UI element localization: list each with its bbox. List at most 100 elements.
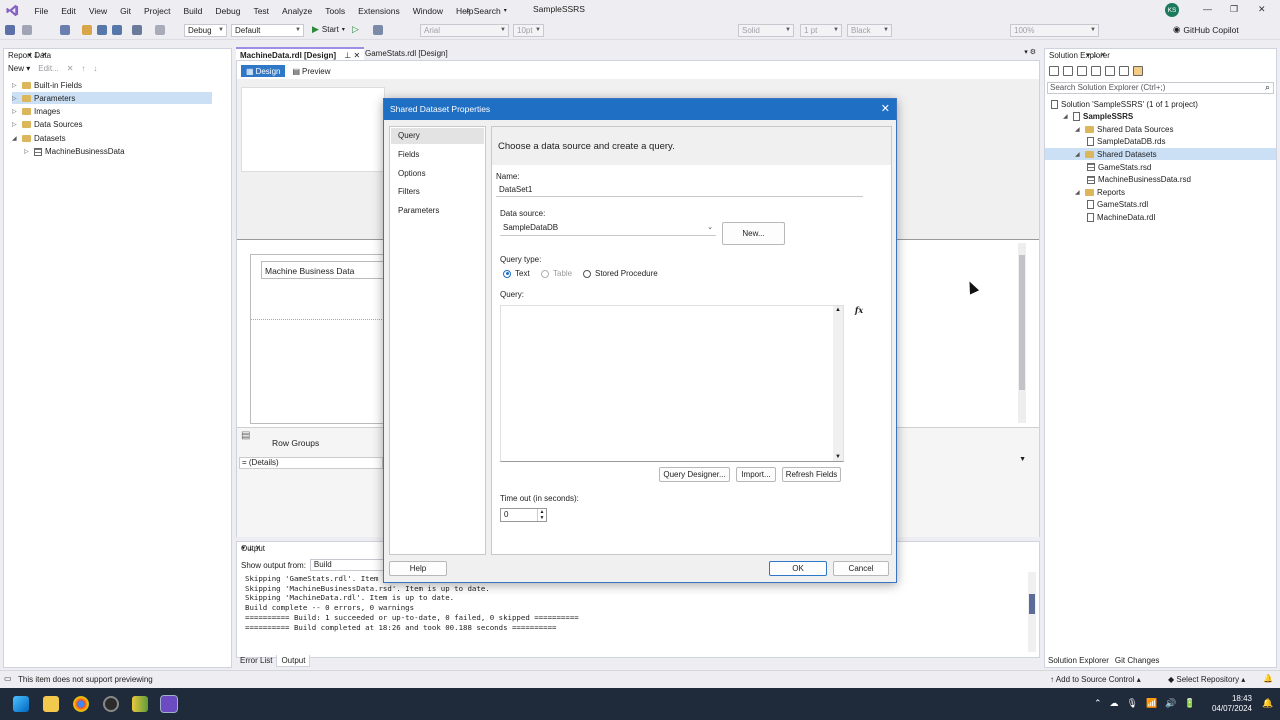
timeout-spinner[interactable]: 0 ▲ ▼ — [500, 508, 547, 522]
preview-selected-icon[interactable] — [1133, 66, 1143, 76]
query-type-table-radio[interactable]: Table — [541, 269, 572, 278]
collapse-icon[interactable]: ◢ — [1075, 151, 1082, 158]
menu-item-test[interactable]: Test — [247, 6, 276, 16]
avatar[interactable]: KS — [1165, 3, 1179, 17]
nav-item-options[interactable]: Options — [391, 166, 484, 182]
nav-item-fields[interactable]: Fields — [391, 147, 484, 163]
home-icon[interactable] — [1049, 66, 1059, 76]
import-button[interactable]: Import... — [736, 467, 776, 482]
menu-item-edit[interactable]: Edit — [55, 6, 83, 16]
font-select[interactable]: Arial ▼ — [420, 24, 509, 37]
report-data-item[interactable]: ◢ Datasets — [12, 132, 212, 144]
menu-item-view[interactable]: View — [82, 6, 113, 16]
name-input[interactable]: DataSet1 — [496, 184, 863, 197]
output-scrollbar[interactable] — [1028, 572, 1036, 652]
tab-machinedata-design[interactable]: MachineData.rdl [Design] ⊥ ✕ — [236, 47, 365, 60]
report-data-item[interactable]: ▷ MachineBusinessData — [24, 146, 212, 158]
refresh-fields-button[interactable]: Refresh Fields — [782, 467, 841, 482]
query-type-text-radio[interactable]: Text — [503, 269, 530, 278]
scroll-thumb[interactable] — [1019, 255, 1025, 390]
undo-icon[interactable] — [132, 25, 142, 35]
font-size-select[interactable]: 10pt ▼ — [513, 24, 544, 37]
solution-item-file[interactable]: GameStats.rdl — [1087, 199, 1271, 211]
menu-item-tools[interactable]: Tools — [319, 6, 352, 16]
windows-start-icon[interactable] — [13, 696, 29, 712]
tab-pin-close-icons[interactable]: ⊥ ✕ — [344, 51, 360, 60]
expand-icon[interactable]: ▷ — [24, 148, 31, 155]
solution-search-input[interactable]: Search Solution Explorer (Ctrl+;) — [1047, 82, 1274, 94]
design-tab[interactable]: ▦ Design — [241, 65, 286, 77]
close-icon[interactable]: ✕ — [881, 99, 890, 120]
preview-tab[interactable]: ▤ Preview — [287, 65, 335, 77]
collapse-icon[interactable]: ◢ — [1075, 126, 1082, 133]
report-data-item[interactable]: ▷ Data Sources — [12, 119, 212, 131]
report-data-item[interactable]: ▷ Parameters — [12, 92, 212, 105]
navigate-back-icon[interactable] — [5, 25, 15, 35]
menu-item-debug[interactable]: Debug — [209, 6, 247, 16]
pin-close-icons[interactable]: ▾ ⊥ ✕ — [242, 542, 261, 555]
system-tray-icons[interactable]: ⌃☁🎙📶🔊🔋 — [1094, 698, 1204, 709]
expression-fx-button[interactable]: fx — [851, 303, 867, 317]
title-textbox[interactable]: Machine Business Data — [261, 261, 385, 279]
details-group[interactable]: = (Details) — [239, 457, 383, 469]
solution-item-folder[interactable]: ◢ Shared Data Sources — [1075, 123, 1271, 135]
search-button[interactable]: ⌕ Search ▾ — [466, 4, 507, 17]
cancel-button[interactable]: Cancel — [833, 561, 889, 576]
query-type-stored-procedure-radio[interactable]: Stored Procedure — [583, 269, 658, 278]
minimize-icon[interactable]: — — [1203, 4, 1212, 14]
report-data-item[interactable]: ▷ Built-in Fields — [12, 79, 212, 91]
select-repository-button[interactable]: ◆ Select Repository ▴ — [1168, 675, 1245, 684]
notifications-icon[interactable]: 🔔 — [1263, 674, 1273, 683]
github-desktop-icon[interactable] — [103, 696, 119, 712]
solution-item-solution[interactable]: Solution 'SampleSSRS' (1 of 1 project) — [1051, 98, 1271, 110]
app-icon[interactable] — [132, 696, 148, 712]
collapse-icon[interactable]: ◢ — [1063, 113, 1070, 120]
vertical-scrollbar[interactable] — [1018, 243, 1026, 423]
solution-item-folder[interactable]: ◢ Shared Datasets — [1045, 148, 1276, 161]
properties-icon[interactable] — [1119, 66, 1129, 76]
tab-git-changes[interactable]: Git Changes — [1112, 655, 1162, 667]
edit-button[interactable]: Edit... — [38, 64, 58, 73]
collapse-all-icon[interactable] — [1091, 66, 1101, 76]
notification-bell-icon[interactable]: 🔔 — [1262, 698, 1273, 709]
query-textarea[interactable]: ▲ ▼ — [500, 305, 844, 462]
pin-close-icons[interactable]: ▾ ⊥ ✕ — [28, 49, 47, 62]
expand-icon[interactable]: ▷ — [12, 121, 19, 128]
save-icon[interactable] — [97, 25, 107, 35]
tab-output[interactable]: Output — [276, 655, 311, 667]
move-up-icon[interactable]: ↑ — [81, 64, 85, 73]
solution-item-grid[interactable]: MachineBusinessData.rsd — [1087, 174, 1271, 186]
report-data-item[interactable]: ▷ Images — [12, 106, 212, 118]
configuration-select[interactable]: Debug ▼ — [184, 24, 227, 37]
query-scrollbar[interactable]: ▲ ▼ — [833, 306, 843, 461]
tab-error-list[interactable]: Error List — [236, 655, 276, 667]
menu-item-project[interactable]: Project — [138, 6, 177, 16]
pin-close-icons[interactable]: ▾ ⊥ ✕ — [1087, 49, 1106, 62]
ok-button[interactable]: OK — [769, 561, 827, 576]
menu-item-extensions[interactable]: Extensions — [352, 6, 407, 16]
nav-item-parameters[interactable]: Parameters — [391, 203, 484, 219]
toolbar-icon[interactable] — [373, 25, 383, 35]
start-without-debugging-icon[interactable]: ▷ — [352, 24, 359, 35]
solution-item-file[interactable]: MachineData.rdl — [1087, 211, 1271, 223]
new-datasource-button[interactable]: New... — [722, 222, 785, 245]
zoom-select[interactable]: 100% ▼ — [1010, 24, 1099, 37]
platform-select[interactable]: Default ▼ — [231, 24, 304, 37]
close-window-icon[interactable]: ✕ — [1258, 4, 1266, 15]
chevron-down-icon[interactable]: ▼ — [1019, 456, 1026, 463]
new-project-icon[interactable] — [60, 25, 70, 35]
query-designer-button[interactable]: Query Designer... — [659, 467, 730, 482]
scroll-down-icon[interactable]: ▼ — [835, 454, 841, 460]
collapse-icon[interactable]: ◢ — [12, 135, 19, 142]
solution-item-project[interactable]: ◢ SampleSSRS — [1063, 111, 1271, 123]
open-folder-icon[interactable] — [82, 25, 92, 35]
nav-item-query[interactable]: Query — [391, 128, 484, 144]
menu-item-file[interactable]: File — [28, 6, 55, 16]
start-button[interactable]: ▶ Start ▾ — [312, 24, 345, 35]
file-explorer-icon[interactable] — [43, 696, 59, 712]
expand-icon[interactable]: ▷ — [12, 82, 19, 89]
nav-item-filters[interactable]: Filters — [391, 184, 484, 200]
add-to-source-control-button[interactable]: ↑ Add to Source Control ▴ — [1050, 675, 1141, 684]
clock[interactable]: 18:43 04/07/2024 — [1200, 694, 1252, 714]
datasource-select[interactable]: SampleDataDB ⌄ — [500, 222, 716, 236]
